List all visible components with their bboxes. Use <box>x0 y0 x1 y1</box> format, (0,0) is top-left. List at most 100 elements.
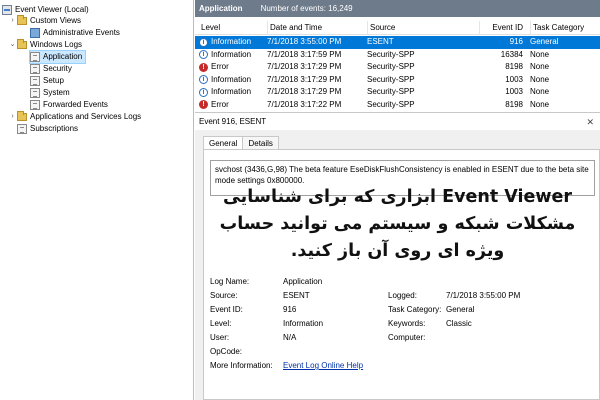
level-value: Information <box>283 319 324 328</box>
date-cell: 7/1/2018 3:17:22 PM <box>267 99 342 109</box>
keywords-label: Keywords: <box>388 319 426 328</box>
tree-item-subscriptions[interactable]: Subscriptions <box>17 123 78 135</box>
info-icon: i <box>199 87 208 97</box>
tree-item-security[interactable]: Security <box>30 63 72 75</box>
event-id-cell: 1003 <box>505 74 523 84</box>
column-header-level[interactable]: Level <box>199 21 259 35</box>
event-id-label: Event ID: <box>210 305 243 314</box>
table-row[interactable]: i Information 7/1/2018 3:17:29 PM Security-… <box>195 74 600 87</box>
event-id-cell: 916 <box>509 37 523 46</box>
tree-item-label: System <box>43 88 70 97</box>
collapse-arrow-icon[interactable]: ⌄ <box>8 39 17 51</box>
level-cell: ! Error <box>199 99 259 112</box>
level-cell: i Information <box>199 74 259 87</box>
table-header-row: Level Date and Time Source Event ID Task… <box>195 21 600 35</box>
tree-item-label: Custom Views <box>30 16 81 25</box>
tree-item-label: Forwarded Events <box>43 100 108 109</box>
table-row[interactable]: i Information 7/1/2018 3:17:29 PM Security-… <box>195 86 600 99</box>
level-cell: i Information <box>199 36 259 49</box>
error-icon: ! <box>199 100 208 110</box>
folder-icon <box>17 111 27 121</box>
category-cell: General <box>530 37 559 46</box>
date-cell: 7/1/2018 3:55:00 PM <box>267 37 342 46</box>
source-cell: ESENT <box>367 37 394 46</box>
info-icon: i <box>199 37 208 47</box>
tree-item-windows-logs[interactable]: ⌄ Windows Logs <box>8 39 82 51</box>
caption-overlay: Event Viewer ابزاری که برای شناسایی مشکل… <box>195 176 600 272</box>
category-cell: None <box>530 87 550 96</box>
level-cell: i Information <box>199 86 259 99</box>
expand-arrow-icon[interactable]: › <box>8 111 17 123</box>
event-viewer-icon <box>2 5 12 15</box>
expand-arrow-icon[interactable]: › <box>8 15 17 27</box>
event-id-cell: 8198 <box>505 62 523 71</box>
event-id-cell: 8198 <box>505 99 523 109</box>
date-cell: 7/1/2018 3:17:29 PM <box>267 87 342 96</box>
tab-general[interactable]: General <box>203 136 244 150</box>
caption-text: Event Viewer ابزاری که برای شناسایی مشکل… <box>203 184 593 265</box>
filter-view-icon <box>30 28 40 38</box>
source-cell: Security-SPP <box>367 99 415 109</box>
column-header-date[interactable]: Date and Time <box>267 21 367 35</box>
tree-item-setup[interactable]: Setup <box>30 75 64 87</box>
log-icon <box>30 100 40 110</box>
level-text: Error <box>211 62 229 71</box>
close-icon[interactable]: ✕ <box>586 113 594 131</box>
tree-item-label: Subscriptions <box>30 124 79 133</box>
opcode-label: OpCode: <box>210 347 243 356</box>
event-details-title-bar: Event 916, ESENT ✕ <box>195 112 600 130</box>
error-icon: ! <box>199 62 208 72</box>
level-cell: i Information <box>199 49 259 62</box>
tree-item-label: Security <box>43 64 72 73</box>
level-text: Information <box>211 49 252 59</box>
caption-line-2: مشکلات شبکه و سیستم می توانید حساب <box>219 213 576 234</box>
table-row[interactable]: ! Error 7/1/2018 3:17:22 PM Security-SPP 819… <box>195 99 600 112</box>
level-text: Error <box>211 99 229 109</box>
log-icon <box>30 52 40 62</box>
date-cell: 7/1/2018 3:17:29 PM <box>267 62 342 71</box>
tree-item-label: Applications and Services Logs <box>30 112 142 121</box>
event-id-cell: 1003 <box>505 87 523 96</box>
event-details-title: Event 916, ESENT <box>199 117 267 126</box>
task-category-label: Task Category: <box>388 305 442 314</box>
navigation-tree: Event Viewer (Local) › Custom Views Admi… <box>0 0 194 400</box>
log-title: Application <box>199 4 243 13</box>
table-row[interactable]: i Information 7/1/2018 3:55:00 PM ESENT 916 G… <box>195 36 600 49</box>
level-text: Information <box>211 37 252 46</box>
tab-details[interactable]: Details <box>242 136 279 150</box>
column-header-category[interactable]: Task Category <box>530 21 600 35</box>
caption-line-1: Event Viewer ابزاری که برای شناسایی <box>222 186 573 207</box>
level-label: Level: <box>210 319 232 328</box>
column-header-event-id[interactable]: Event ID <box>479 21 523 35</box>
event-viewer-window: Event Viewer (Local) › Custom Views Admi… <box>0 0 600 400</box>
column-header-source[interactable]: Source <box>367 21 487 35</box>
tree-item-custom-views[interactable]: › Custom Views <box>8 15 81 27</box>
logged-value: 7/1/2018 3:55:00 PM <box>446 291 521 300</box>
folder-icon <box>17 39 27 49</box>
table-row[interactable]: ! Error 7/1/2018 3:17:29 PM Security-SPP 819… <box>195 61 600 74</box>
date-cell: 7/1/2018 3:17:29 PM <box>267 74 342 84</box>
caption-line-3: ویژه ای روی آن باز کنید. <box>290 240 505 261</box>
table-row[interactable]: i Information 7/1/2018 3:17:59 PM Security-… <box>195 49 600 62</box>
user-value: N/A <box>283 333 297 342</box>
source-cell: Security-SPP <box>367 49 415 59</box>
source-cell: Security-SPP <box>367 74 415 84</box>
tree-item-admin-events[interactable]: Administrative Events <box>30 27 120 39</box>
level-cell: ! Error <box>199 61 259 74</box>
tree-item-apps-services[interactable]: › Applications and Services Logs <box>8 111 141 123</box>
source-label: Source: <box>210 291 238 300</box>
event-properties: Log Name: Application Source: ESENT Logg… <box>210 276 600 376</box>
tree-item-forwarded-events[interactable]: Forwarded Events <box>30 99 108 111</box>
events-table: Level Date and Time Source Event ID Task… <box>195 17 600 111</box>
tree-item-application[interactable]: Application <box>28 50 87 64</box>
log-icon <box>30 64 40 74</box>
event-id-cell: 16384 <box>500 49 523 59</box>
event-log-online-help-link[interactable]: Event Log Online Help <box>283 360 363 371</box>
source-cell: Security-SPP <box>367 62 415 71</box>
tree-item-label: Administrative Events <box>43 28 120 37</box>
user-label: User: <box>210 333 230 342</box>
more-info-label: More Information: <box>210 361 273 370</box>
tree-item-label: Setup <box>43 76 64 85</box>
tree-item-system[interactable]: System <box>30 87 70 99</box>
log-icon <box>30 76 40 86</box>
